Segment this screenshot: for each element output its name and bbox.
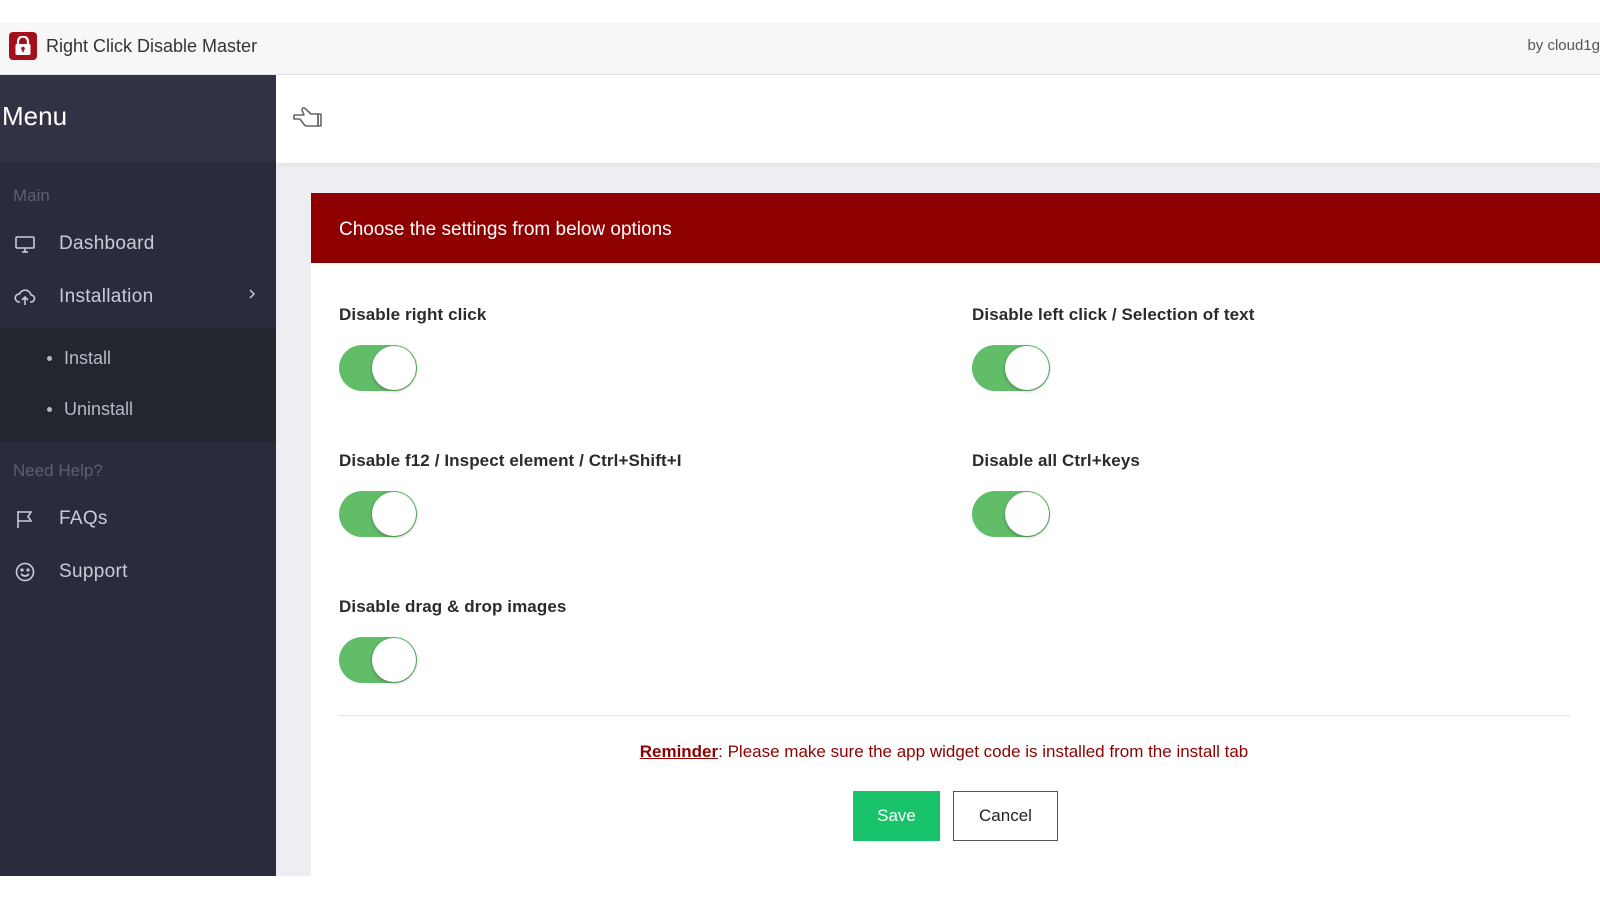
sidebar-subitem-label: Install — [64, 348, 112, 368]
toggle-ctrl-keys[interactable] — [972, 491, 1050, 537]
lock-icon — [9, 32, 37, 60]
toggle-knob — [1005, 346, 1049, 390]
toggle-drag-drop[interactable] — [339, 637, 417, 683]
option-label-drag-drop: Disable drag & drop images — [339, 597, 567, 616]
sidebar-subitem-label: Uninstall — [64, 399, 134, 419]
bullet-icon — [47, 407, 52, 412]
panel-title: Choose the settings from below options — [339, 219, 672, 240]
menu-title: Menu — [2, 101, 68, 131]
sidebar-item-label: Dashboard — [59, 233, 155, 254]
toggle-left-click[interactable] — [972, 345, 1050, 391]
app-title: Right Click Disable Master — [46, 36, 258, 56]
reminder-message: Reminder: Please make sure the app widge… — [311, 742, 1577, 762]
hand-pointer-icon[interactable] — [291, 103, 323, 133]
sidebar-item-label: Support — [59, 561, 128, 582]
section-label-help: Need Help? — [13, 461, 103, 480]
reminder-text: : Please make sure the app widget code i… — [718, 742, 1249, 761]
smile-icon — [14, 561, 36, 583]
sidebar-item-faqs[interactable]: FAQs — [0, 496, 276, 542]
option-label-left-click: Disable left click / Selection of text — [972, 305, 1255, 324]
monitor-icon — [14, 233, 36, 255]
toggle-knob — [1005, 492, 1049, 536]
sidebar-item-dashboard[interactable]: Dashboard — [0, 221, 276, 267]
option-label-ctrl-keys: Disable all Ctrl+keys — [972, 451, 1140, 470]
sidebar-header: Menu — [0, 75, 276, 162]
panel-header: Choose the settings from below options — [311, 193, 1600, 263]
installation-submenu: Install Uninstall — [0, 328, 276, 442]
divider — [339, 715, 1571, 716]
author-byline: by cloud1g — [1527, 37, 1600, 54]
toggle-f12[interactable] — [339, 491, 417, 537]
settings-panel: Choose the settings from below options D… — [311, 193, 1600, 876]
bullet-icon — [47, 356, 52, 361]
flag-icon — [14, 508, 36, 530]
toggle-knob — [372, 492, 416, 536]
section-label-main: Main — [13, 186, 50, 205]
sidebar: Menu Main Dashboard Installation Install… — [0, 75, 276, 876]
sidebar-item-support[interactable]: Support — [0, 549, 276, 595]
toggle-knob — [372, 638, 416, 682]
title-bar: Right Click Disable Master by cloud1g — [0, 23, 1600, 75]
sidebar-subitem-uninstall[interactable]: Uninstall — [0, 388, 276, 434]
chevron-right-icon — [244, 284, 260, 304]
save-button[interactable]: Save — [853, 791, 940, 841]
cancel-button[interactable]: Cancel — [953, 791, 1058, 841]
cloud-upload-icon — [14, 286, 36, 308]
sidebar-item-label: FAQs — [59, 508, 108, 529]
sidebar-subitem-install[interactable]: Install — [0, 337, 276, 383]
sidebar-item-label: Installation — [59, 286, 154, 307]
sidebar-item-installation[interactable]: Installation — [0, 274, 276, 320]
reminder-label[interactable]: Reminder — [640, 742, 718, 761]
option-label-right-click: Disable right click — [339, 305, 487, 324]
option-label-f12: Disable f12 / Inspect element / Ctrl+Shi… — [339, 451, 682, 470]
toggle-right-click[interactable] — [339, 345, 417, 391]
toggle-knob — [372, 346, 416, 390]
content-header — [276, 75, 1600, 163]
